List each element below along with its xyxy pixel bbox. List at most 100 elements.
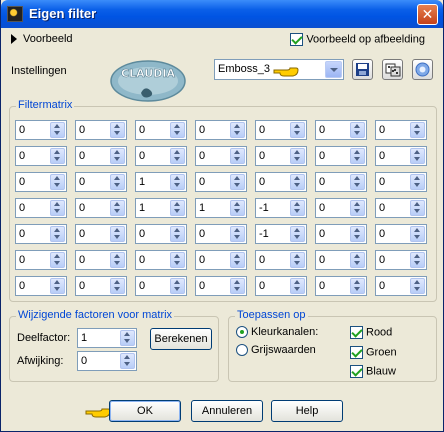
matrix-cell-value[interactable]: 0 (79, 202, 85, 214)
matrix-cell-value[interactable]: -1 (259, 228, 269, 240)
matrix-cell[interactable]: 0 (315, 146, 367, 166)
matrix-cell[interactable]: 0 (255, 120, 307, 140)
spin-arrows-icon[interactable] (110, 278, 125, 294)
matrix-cell[interactable]: 0 (375, 224, 427, 244)
matrix-cell[interactable]: 0 (255, 276, 307, 296)
spin-arrows-icon[interactable] (290, 122, 305, 138)
spin-arrows-icon[interactable] (410, 226, 425, 242)
spin-arrows-icon[interactable] (290, 278, 305, 294)
spin-arrows-icon[interactable] (170, 200, 185, 216)
matrix-cell-value[interactable]: 0 (79, 280, 85, 292)
spin-arrows-icon[interactable] (110, 252, 125, 268)
radio-icon[interactable] (236, 344, 248, 357)
spin-arrows-icon[interactable] (170, 148, 185, 164)
matrix-cell-value[interactable]: 0 (259, 124, 265, 136)
spin-arrows-icon[interactable] (230, 252, 245, 268)
matrix-cell[interactable]: 0 (75, 146, 127, 166)
spin-arrows-icon[interactable] (50, 278, 65, 294)
matrix-cell-value[interactable]: 0 (319, 202, 325, 214)
matrix-cell[interactable]: 0 (135, 276, 187, 296)
matrix-cell-value[interactable]: 0 (19, 254, 25, 266)
matrix-cell[interactable]: -1 (255, 224, 307, 244)
matrix-cell-value[interactable]: 1 (139, 176, 145, 188)
matrix-cell-value[interactable]: 0 (199, 150, 205, 162)
matrix-cell[interactable]: 0 (315, 250, 367, 270)
matrix-cell-value[interactable]: 0 (19, 150, 25, 162)
spin-arrows-icon[interactable] (230, 226, 245, 242)
matrix-cell[interactable]: 0 (15, 250, 67, 270)
matrix-cell-value[interactable]: 1 (199, 202, 205, 214)
spin-arrows-icon[interactable] (110, 148, 125, 164)
matrix-cell[interactable]: 0 (15, 146, 67, 166)
matrix-cell-value[interactable]: 0 (19, 202, 25, 214)
checkbox-icon[interactable] (350, 365, 363, 378)
spin-arrows-icon[interactable] (50, 226, 65, 242)
spin-arrows-icon[interactable] (50, 200, 65, 216)
grayscale-radio[interactable]: Grijswaarden (236, 344, 316, 357)
spin-arrows-icon[interactable] (230, 122, 245, 138)
matrix-cell-value[interactable]: 0 (79, 176, 85, 188)
matrix-cell-value[interactable]: 0 (259, 150, 265, 162)
matrix-cell[interactable]: 0 (75, 120, 127, 140)
spin-arrows-icon[interactable] (290, 200, 305, 216)
matrix-cell[interactable]: 0 (195, 120, 247, 140)
matrix-cell[interactable]: 0 (15, 224, 67, 244)
matrix-cell-value[interactable]: 0 (199, 176, 205, 188)
matrix-cell-value[interactable]: 0 (379, 228, 385, 240)
matrix-cell[interactable]: 0 (135, 120, 187, 140)
checkbox-icon[interactable] (350, 346, 363, 359)
spin-arrows-icon[interactable] (110, 174, 125, 190)
red-checkbox[interactable]: Rood (350, 326, 392, 339)
matrix-cell-value[interactable]: 0 (199, 280, 205, 292)
matrix-cell[interactable]: 0 (195, 172, 247, 192)
matrix-cell[interactable]: 0 (15, 172, 67, 192)
spin-arrows-icon[interactable] (170, 278, 185, 294)
matrix-cell[interactable]: 0 (195, 250, 247, 270)
matrix-cell-value[interactable]: 0 (199, 228, 205, 240)
matrix-cell-value[interactable]: 1 (139, 202, 145, 214)
spin-arrows-icon[interactable] (110, 226, 125, 242)
matrix-cell-value[interactable]: 0 (259, 280, 265, 292)
matrix-cell[interactable]: 0 (255, 250, 307, 270)
checkbox-icon[interactable] (350, 326, 363, 339)
matrix-cell-value[interactable]: 0 (19, 228, 25, 240)
radio-selected-icon[interactable] (236, 326, 248, 339)
matrix-cell-value[interactable]: 0 (139, 150, 145, 162)
ok-button[interactable]: OK (109, 400, 181, 422)
matrix-cell[interactable]: 0 (135, 224, 187, 244)
divisor-value[interactable]: 1 (81, 332, 87, 344)
randomize-dice-icon[interactable] (382, 59, 403, 80)
matrix-cell[interactable]: 1 (135, 198, 187, 218)
chevron-down-icon[interactable] (325, 61, 342, 78)
matrix-cell-value[interactable]: 0 (319, 228, 325, 240)
matrix-cell-value[interactable]: 0 (19, 124, 25, 136)
spin-arrows-icon[interactable] (120, 353, 135, 369)
matrix-cell[interactable]: 0 (315, 276, 367, 296)
spin-arrows-icon[interactable] (350, 200, 365, 216)
spin-arrows-icon[interactable] (120, 330, 135, 346)
matrix-cell-value[interactable]: 0 (79, 228, 85, 240)
spin-arrows-icon[interactable] (410, 122, 425, 138)
spin-arrows-icon[interactable] (230, 174, 245, 190)
matrix-cell-value[interactable]: 0 (319, 124, 325, 136)
color-channels-radio[interactable]: Kleurkanalen: (236, 326, 318, 339)
matrix-cell-value[interactable]: 0 (379, 202, 385, 214)
spin-arrows-icon[interactable] (110, 122, 125, 138)
matrix-cell[interactable]: -1 (255, 198, 307, 218)
spin-arrows-icon[interactable] (350, 278, 365, 294)
spin-arrows-icon[interactable] (170, 122, 185, 138)
matrix-cell[interactable]: 0 (255, 146, 307, 166)
matrix-cell-value[interactable]: 0 (139, 254, 145, 266)
matrix-cell-value[interactable]: 0 (19, 176, 25, 188)
matrix-cell[interactable]: 0 (15, 120, 67, 140)
cancel-button[interactable]: Annuleren (191, 400, 263, 422)
spin-arrows-icon[interactable] (50, 252, 65, 268)
matrix-cell[interactable]: 0 (255, 172, 307, 192)
matrix-cell-value[interactable]: 0 (379, 124, 385, 136)
preview-toggle[interactable]: Voorbeeld (11, 33, 73, 45)
matrix-cell-value[interactable]: 0 (379, 280, 385, 292)
spin-arrows-icon[interactable] (50, 148, 65, 164)
matrix-cell-value[interactable]: -1 (259, 202, 269, 214)
spin-arrows-icon[interactable] (50, 122, 65, 138)
matrix-cell[interactable]: 0 (375, 250, 427, 270)
